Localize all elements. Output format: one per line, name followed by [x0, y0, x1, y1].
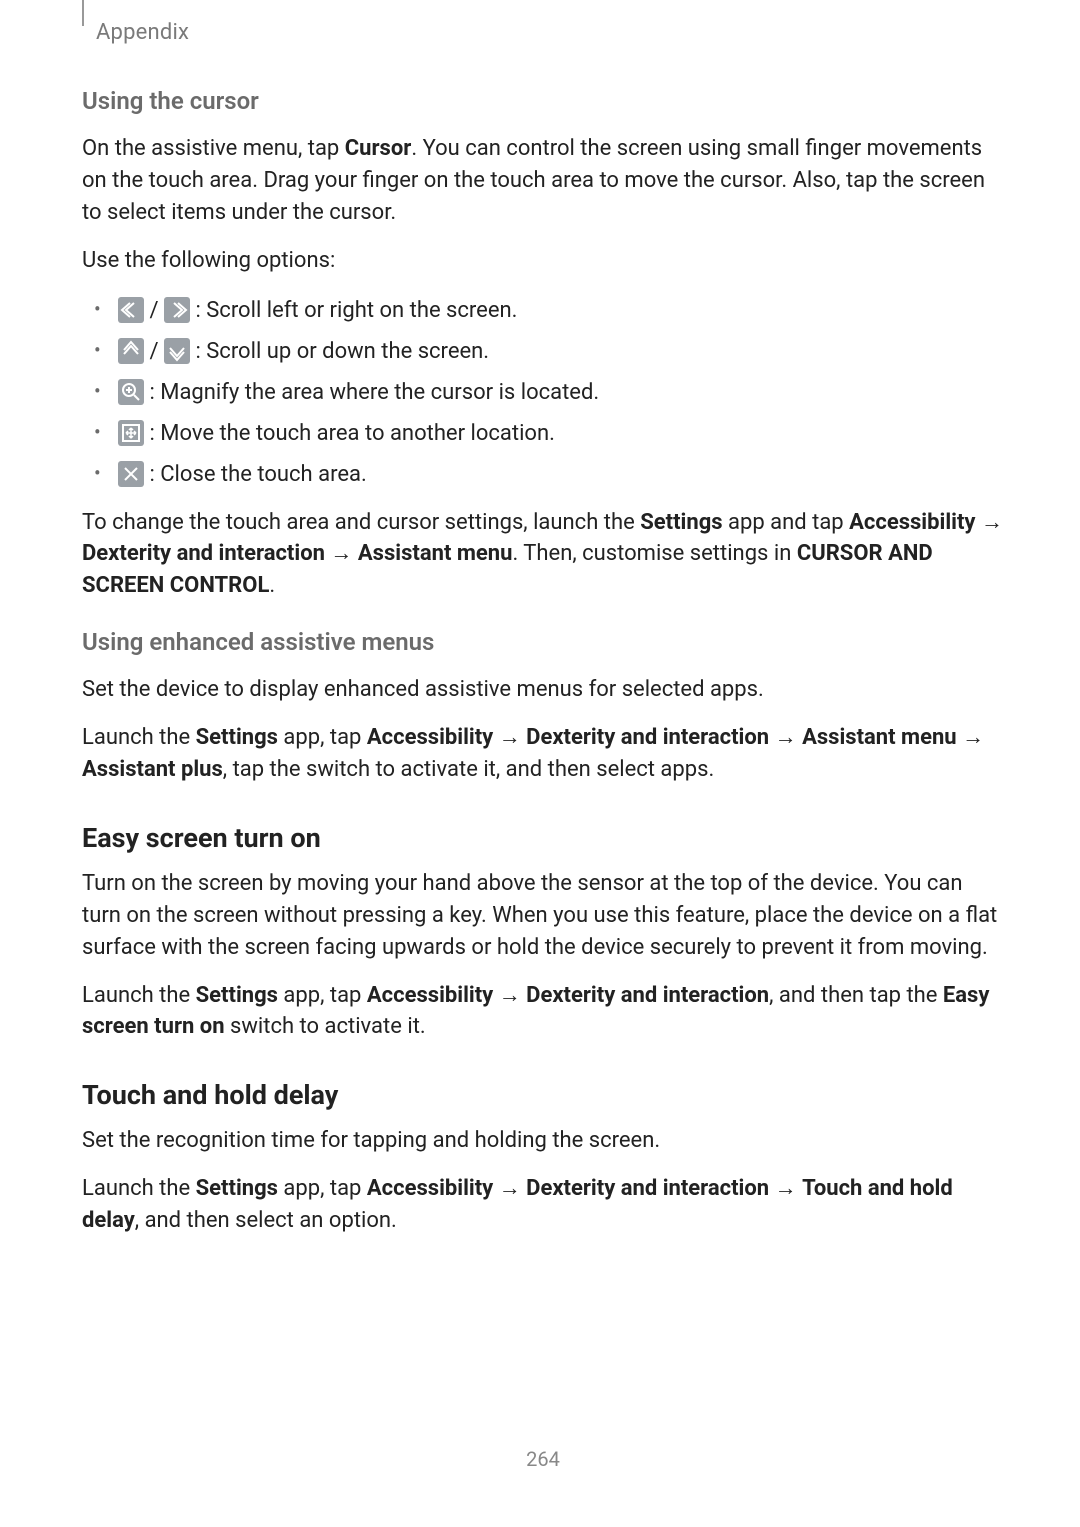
arrow: →: [957, 725, 984, 750]
close-icon: [118, 461, 144, 487]
bold-settings: Settings: [196, 725, 278, 750]
scroll-left-icon: [118, 297, 144, 323]
touch-para2: Launch the Settings app, tap Accessibili…: [82, 1173, 1004, 1237]
bullet-scroll-lr: / : Scroll left or right on the screen.: [82, 293, 1004, 328]
arrow: →: [769, 725, 802, 750]
text: app, tap: [278, 725, 367, 750]
touch-para1: Set the recognition time for tapping and…: [82, 1125, 1004, 1157]
bullet-magnify: : Magnify the area where the cursor is l…: [82, 375, 1004, 410]
arrow: →: [769, 1176, 802, 1201]
arrow: →: [493, 983, 526, 1008]
bullet-text: : Close the touch area.: [144, 462, 367, 487]
bold-assistant-menu: Assistant menu: [802, 725, 957, 750]
bold-settings: Settings: [196, 1176, 278, 1201]
text: , and then select an option.: [135, 1208, 397, 1233]
header-label: Appendix: [96, 20, 189, 45]
bullet-text: : Scroll up or down the screen.: [190, 339, 489, 364]
bold-dexterity: Dexterity and interaction: [82, 541, 325, 566]
cursor-para2: Use the following options:: [82, 245, 1004, 277]
arrow: →: [325, 541, 358, 566]
text: app and tap: [723, 510, 850, 535]
bold-cursor: Cursor: [345, 136, 412, 161]
header-bar: [82, 0, 84, 26]
text: To change the touch area and cursor sett…: [82, 510, 640, 535]
text: Launch the: [82, 725, 196, 750]
bold-settings: Settings: [196, 983, 278, 1008]
page-header: Appendix: [82, 20, 1004, 45]
easy-heading: Easy screen turn on: [82, 822, 1004, 854]
bold-accessibility: Accessibility: [367, 725, 493, 750]
text: .: [269, 573, 275, 598]
bold-assistant-menu: Assistant menu: [358, 541, 513, 566]
page-number: 264: [82, 1447, 1004, 1471]
enhanced-heading: Using enhanced assistive menus: [82, 628, 1004, 656]
bullet-text: : Move the touch area to another locatio…: [144, 421, 555, 446]
bold-dexterity: Dexterity and interaction: [526, 725, 769, 750]
text: Launch the: [82, 1176, 196, 1201]
text: , and then tap the: [769, 983, 943, 1008]
text: Launch the: [82, 983, 196, 1008]
magnify-icon: [118, 379, 144, 405]
text: , tap the switch to activate it, and the…: [223, 757, 714, 782]
bold-accessibility: Accessibility: [367, 983, 493, 1008]
arrow: →: [493, 1176, 526, 1201]
separator: /: [144, 298, 164, 323]
cursor-bullets: / : Scroll left or right on the screen. …: [82, 293, 1004, 493]
arrow: →: [975, 510, 1002, 535]
text: . Then, customise settings in: [512, 541, 796, 566]
bullet-scroll-ud: / : Scroll up or down the screen.: [82, 334, 1004, 369]
text: On the assistive menu, tap: [82, 136, 345, 161]
bullet-close: : Close the touch area.: [82, 457, 1004, 492]
page: Appendix Using the cursor On the assisti…: [0, 0, 1080, 1511]
scroll-down-icon: [164, 338, 190, 364]
text: app, tap: [278, 983, 367, 1008]
move-icon: [118, 420, 144, 446]
touch-heading: Touch and hold delay: [82, 1079, 1004, 1111]
bold-assistant-plus: Assistant plus: [82, 757, 223, 782]
bold-dexterity: Dexterity and interaction: [526, 983, 769, 1008]
bold-dexterity: Dexterity and interaction: [526, 1176, 769, 1201]
enhanced-para2: Launch the Settings app, tap Accessibili…: [82, 722, 1004, 786]
bullet-move: : Move the touch area to another locatio…: [82, 416, 1004, 451]
bold-settings: Settings: [640, 510, 722, 535]
separator: /: [144, 339, 164, 364]
bullet-text: : Magnify the area where the cursor is l…: [144, 380, 599, 405]
enhanced-para1: Set the device to display enhanced assis…: [82, 674, 1004, 706]
text: app, tap: [278, 1176, 367, 1201]
bold-accessibility: Accessibility: [367, 1176, 493, 1201]
bullet-text: : Scroll left or right on the screen.: [190, 298, 517, 323]
easy-para2: Launch the Settings app, tap Accessibili…: [82, 980, 1004, 1044]
text: switch to activate it.: [225, 1014, 426, 1039]
scroll-up-icon: [118, 338, 144, 364]
cursor-heading: Using the cursor: [82, 87, 1004, 115]
cursor-para1: On the assistive menu, tap Cursor. You c…: [82, 133, 1004, 229]
arrow: →: [493, 725, 526, 750]
cursor-para3: To change the touch area and cursor sett…: [82, 507, 1004, 603]
bold-accessibility: Accessibility: [849, 510, 975, 535]
easy-para1: Turn on the screen by moving your hand a…: [82, 868, 1004, 964]
scroll-right-icon: [164, 297, 190, 323]
